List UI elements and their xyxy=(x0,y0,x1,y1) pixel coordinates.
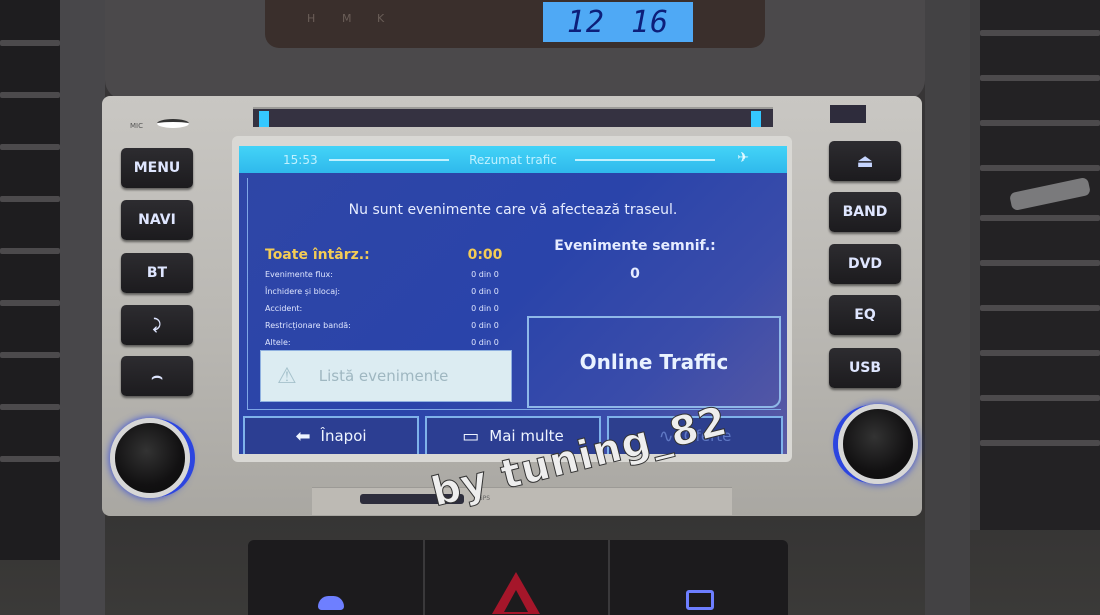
dashboard-clock: 12 16 xyxy=(543,2,693,42)
hazard-icon xyxy=(504,590,528,612)
back-button[interactable]: ⬅ Înapoi xyxy=(243,416,419,454)
eject-button[interactable]: ⏏ xyxy=(829,141,901,181)
delay-value: 0 din 0 xyxy=(471,321,499,330)
call-hangup-button[interactable]: ⌢ xyxy=(121,356,193,396)
k-button[interactable]: K xyxy=(377,12,384,25)
usb-button[interactable]: USB xyxy=(829,348,901,388)
delay-label: Restricționare bandă: xyxy=(265,321,351,330)
delay-value: 0 din 0 xyxy=(471,287,499,296)
hour-button[interactable]: H xyxy=(307,12,315,25)
phone-answer-icon: ⤸ xyxy=(152,317,162,333)
delays-table: Toate întârz.: 0:00 Evenimente flux: 0 d… xyxy=(265,244,505,351)
ir-sensor xyxy=(830,105,866,123)
eq-button[interactable]: EQ xyxy=(829,295,901,335)
online-traffic-button[interactable]: Online Traffic xyxy=(527,316,781,408)
delay-value: 0 din 0 xyxy=(471,338,499,347)
navi-button[interactable]: NAVI xyxy=(121,200,193,240)
disc-slot xyxy=(253,107,773,127)
warning-signs-icon: ⚠ xyxy=(277,363,297,389)
gps-satellite-icon: ✈ xyxy=(737,150,749,166)
total-delay-row: Toate întârz.: 0:00 xyxy=(265,244,505,266)
clock-panel: H M K 12 16 xyxy=(105,0,925,100)
mic-label: MIC xyxy=(130,122,143,130)
air-vent-right xyxy=(970,0,1100,530)
significant-events: Evenimente semnif.: 0 xyxy=(535,238,735,282)
air-vent-left xyxy=(0,0,60,560)
significant-events-count: 0 xyxy=(630,266,640,282)
dvd-button[interactable]: DVD xyxy=(829,244,901,284)
delay-value: 0 din 0 xyxy=(471,304,499,313)
delay-label: Evenimente flux: xyxy=(265,270,333,279)
band-button[interactable]: BAND xyxy=(829,192,901,232)
volume-knob[interactable] xyxy=(110,418,190,498)
delay-row: Restricționare bandă: 0 din 0 xyxy=(265,317,505,334)
title-bar: 15:53 Rezumat trafic ✈ xyxy=(239,146,787,173)
total-delay-label: Toate întârz.: xyxy=(265,247,370,263)
delay-value: 0 din 0 xyxy=(471,270,499,279)
dash-bezel-left xyxy=(60,0,105,615)
traffic-summary-message: Nu sunt evenimente care vă afectează tra… xyxy=(348,202,678,218)
back-label: Înapoi xyxy=(320,427,367,445)
clock-minutes: 16 xyxy=(631,4,670,40)
delay-row: Închidere și blocaj: 0 din 0 xyxy=(265,283,505,300)
vent-adjust-tab[interactable] xyxy=(1009,176,1091,212)
menu-button[interactable]: MENU xyxy=(121,148,193,188)
phone-hangup-icon: ⌢ xyxy=(151,365,163,387)
arrow-left-icon: ⬅ xyxy=(295,425,311,447)
bt-button[interactable]: BT xyxy=(121,253,193,293)
call-answer-button[interactable]: ⤸ xyxy=(121,305,193,345)
event-list-label: Listă evenimente xyxy=(318,367,449,385)
rear-defrost-button[interactable] xyxy=(686,590,714,610)
total-delay-value: 0:00 xyxy=(467,247,503,263)
front-defrost-button[interactable] xyxy=(318,596,344,610)
delay-row: Altele: 0 din 0 xyxy=(265,334,505,351)
microphone xyxy=(157,119,189,128)
eject-icon: ⏏ xyxy=(856,150,874,172)
minute-button[interactable]: M xyxy=(342,12,352,25)
event-list-button[interactable]: ⚠ Listă evenimente xyxy=(260,350,512,402)
more-options-icon: ▭ xyxy=(462,425,480,447)
clock-hours: 12 xyxy=(566,4,605,40)
delay-row: Evenimente flux: 0 din 0 xyxy=(265,266,505,283)
delay-label: Închidere și blocaj: xyxy=(265,287,341,296)
delay-row: Accident: 0 din 0 xyxy=(265,300,505,317)
delay-label: Altele: xyxy=(265,338,291,347)
significant-events-label: Evenimente semnif.: xyxy=(554,238,716,254)
tune-knob[interactable] xyxy=(838,404,918,484)
delay-label: Accident: xyxy=(265,304,303,313)
dash-bezel-right xyxy=(925,0,970,615)
